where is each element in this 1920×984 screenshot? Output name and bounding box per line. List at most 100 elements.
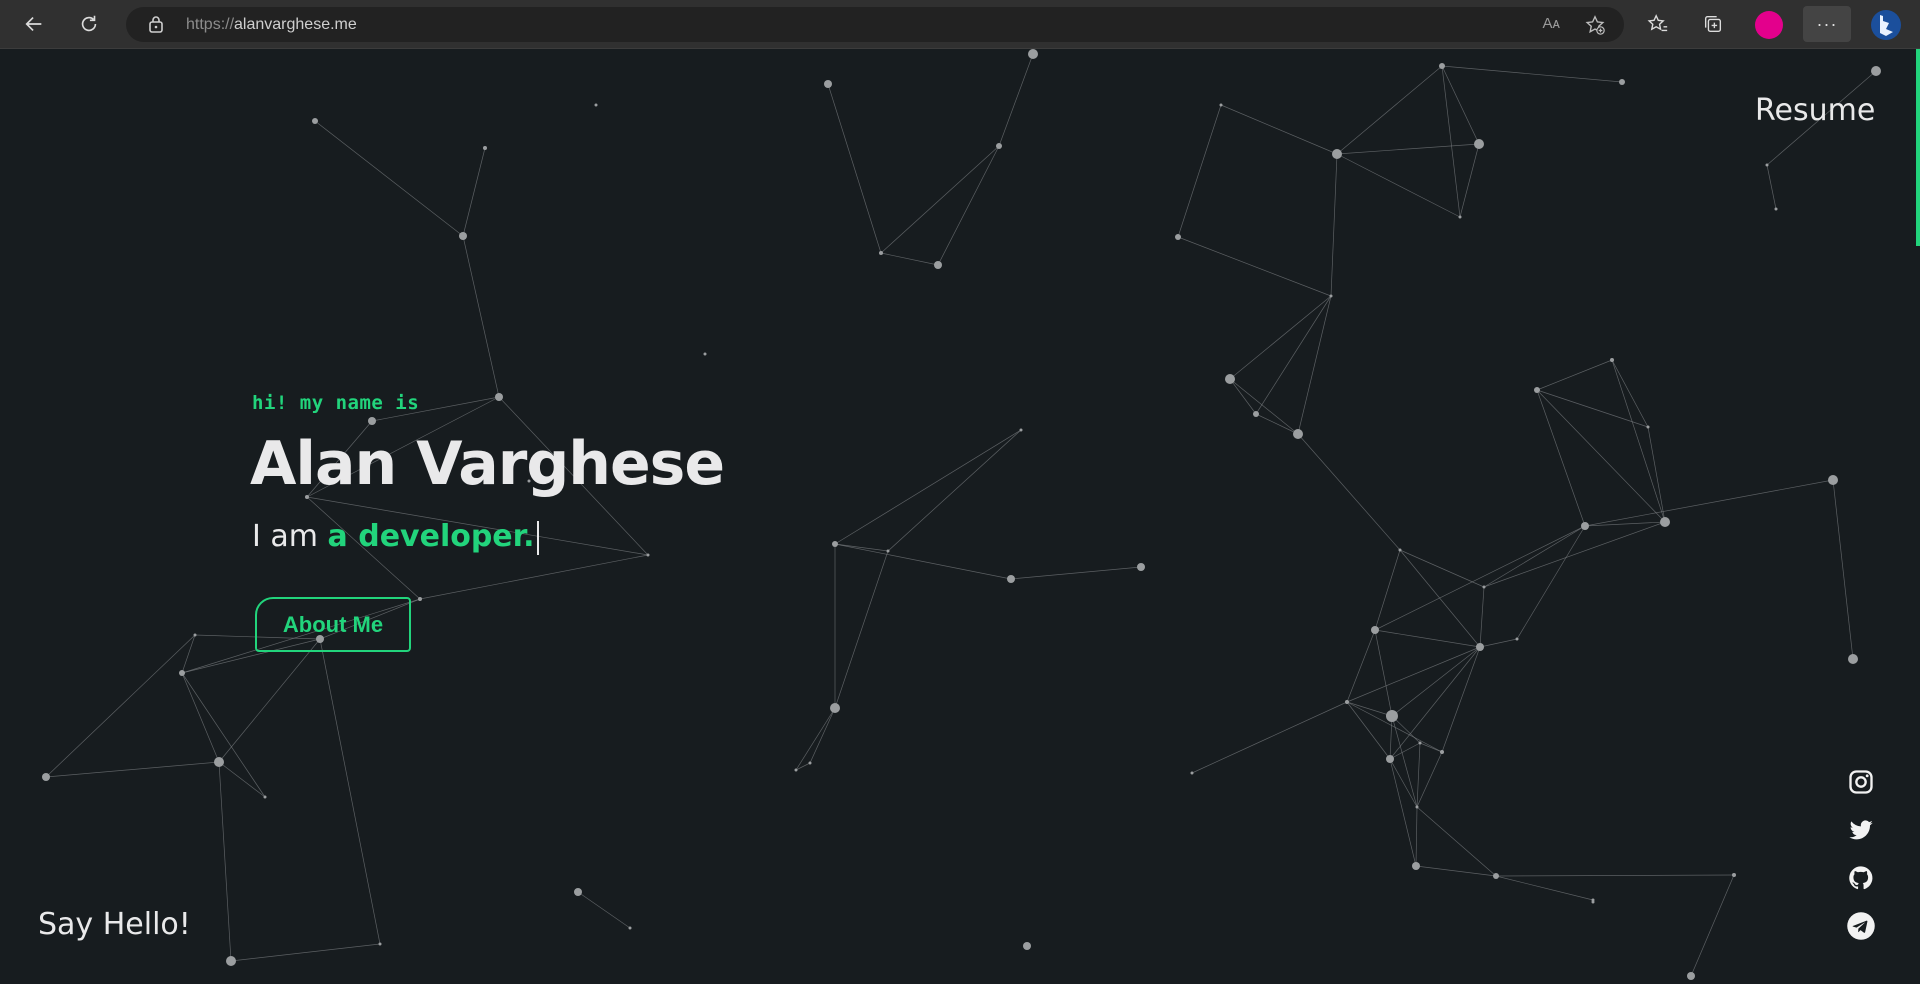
- particle-node: [1476, 643, 1484, 651]
- particle-link: [795, 707, 836, 771]
- particle-link: [1336, 65, 1443, 155]
- particle-link: [1229, 295, 1332, 380]
- particle-node: [1175, 234, 1181, 240]
- particle-node: [1482, 585, 1486, 589]
- particle-link: [1374, 549, 1401, 631]
- particle-node: [483, 146, 487, 150]
- particle-node: [1345, 700, 1349, 704]
- particle-link: [1536, 359, 1613, 391]
- particle-link: [1297, 295, 1332, 435]
- particle-link: [230, 943, 381, 962]
- scrollbar-thumb[interactable]: [1916, 49, 1920, 246]
- particle-node: [193, 633, 197, 637]
- particle-link: [880, 145, 1000, 254]
- particle-node: [832, 541, 838, 547]
- particle-link: [1766, 164, 1777, 210]
- particle-link: [1419, 742, 1443, 753]
- particle-node: [703, 352, 707, 356]
- about-me-button[interactable]: About Me: [255, 597, 411, 652]
- portfolio-page: hi! my name is Alan Varghese I am a deve…: [0, 49, 1920, 984]
- particle-node: [1190, 771, 1194, 775]
- refresh-button[interactable]: [71, 8, 107, 40]
- particle-network-background: [42, 49, 1881, 980]
- particle-link: [1255, 295, 1332, 415]
- particle-node: [1828, 475, 1838, 485]
- particle-link: [1389, 646, 1481, 760]
- particle-link: [887, 429, 1022, 552]
- particle-link: [1536, 389, 1666, 523]
- telegram-icon: [1847, 912, 1875, 940]
- resume-link[interactable]: Resume: [1755, 93, 1875, 128]
- particle-node: [1774, 207, 1778, 211]
- particle-link: [319, 638, 381, 945]
- particle-link: [1647, 426, 1666, 523]
- particle-link: [462, 147, 486, 237]
- bing-copilot-button[interactable]: [1866, 6, 1906, 44]
- particle-node: [1225, 374, 1235, 384]
- particle-link: [998, 53, 1034, 147]
- particle-link: [181, 672, 266, 798]
- say-hello-link[interactable]: Say Hello!: [38, 907, 191, 942]
- address-bar[interactable]: https://alanvarghese.me Aᴀ: [126, 7, 1624, 42]
- particle-node: [934, 261, 942, 269]
- particle-node: [495, 393, 503, 401]
- particle-node: [42, 773, 50, 781]
- telegram-link[interactable]: [1845, 910, 1877, 942]
- bing-icon: [1871, 10, 1901, 40]
- particle-link: [1459, 143, 1480, 218]
- particle-link: [1177, 236, 1332, 297]
- favorites-icon: [1647, 14, 1668, 32]
- particle-node: [459, 232, 467, 240]
- particle-link: [1416, 742, 1421, 808]
- particle-node: [1871, 66, 1881, 76]
- particle-link: [834, 543, 889, 552]
- particle-node: [646, 553, 650, 557]
- collections-button[interactable]: [1695, 8, 1731, 40]
- particle-link: [1297, 433, 1401, 551]
- particle-link: [1389, 758, 1418, 808]
- particle-link: [1374, 629, 1393, 717]
- particle-link: [1441, 65, 1480, 145]
- particle-node: [1439, 63, 1445, 69]
- profile-avatar[interactable]: [1755, 11, 1783, 39]
- read-aloud-icon[interactable]: Aᴀ: [1543, 15, 1560, 32]
- particle-node: [1023, 942, 1031, 950]
- particle-link: [1415, 806, 1418, 867]
- particle-link: [218, 761, 266, 798]
- particle-node: [574, 888, 582, 896]
- twitter-link[interactable]: [1845, 814, 1877, 846]
- particle-node: [179, 670, 185, 676]
- particle-node: [1732, 873, 1736, 877]
- github-link[interactable]: [1845, 862, 1877, 894]
- typing-caret: [536, 520, 539, 555]
- particle-node: [1493, 873, 1499, 879]
- hero-role: I am a developer.: [252, 519, 539, 555]
- particle-node: [830, 703, 840, 713]
- particle-link: [1415, 865, 1497, 877]
- favorites-button[interactable]: [1640, 8, 1676, 40]
- particle-node: [1418, 741, 1422, 745]
- particle-node: [1515, 637, 1519, 641]
- particle-link: [1391, 646, 1481, 717]
- refresh-icon: [81, 15, 97, 32]
- particle-node: [824, 80, 832, 88]
- particle-node: [1371, 626, 1379, 634]
- lock-icon: [149, 16, 163, 33]
- instagram-link[interactable]: [1845, 766, 1877, 798]
- particle-link: [1336, 153, 1461, 218]
- particle-node: [794, 768, 798, 772]
- browser-toolbar: https://alanvarghese.me Aᴀ ···: [0, 0, 1920, 49]
- url-text[interactable]: https://alanvarghese.me: [186, 16, 357, 34]
- particle-link: [1479, 586, 1485, 648]
- particle-node: [1332, 149, 1342, 159]
- particle-link: [1495, 875, 1594, 901]
- particle-node: [1646, 425, 1650, 429]
- particle-link: [181, 672, 220, 763]
- particle-link: [1346, 629, 1376, 703]
- particle-node: [1765, 163, 1769, 167]
- add-favorite-icon[interactable]: [1584, 14, 1606, 36]
- particle-node: [1398, 548, 1402, 552]
- particle-link: [1441, 646, 1481, 753]
- more-options-button[interactable]: ···: [1803, 6, 1851, 42]
- back-button[interactable]: [16, 8, 52, 40]
